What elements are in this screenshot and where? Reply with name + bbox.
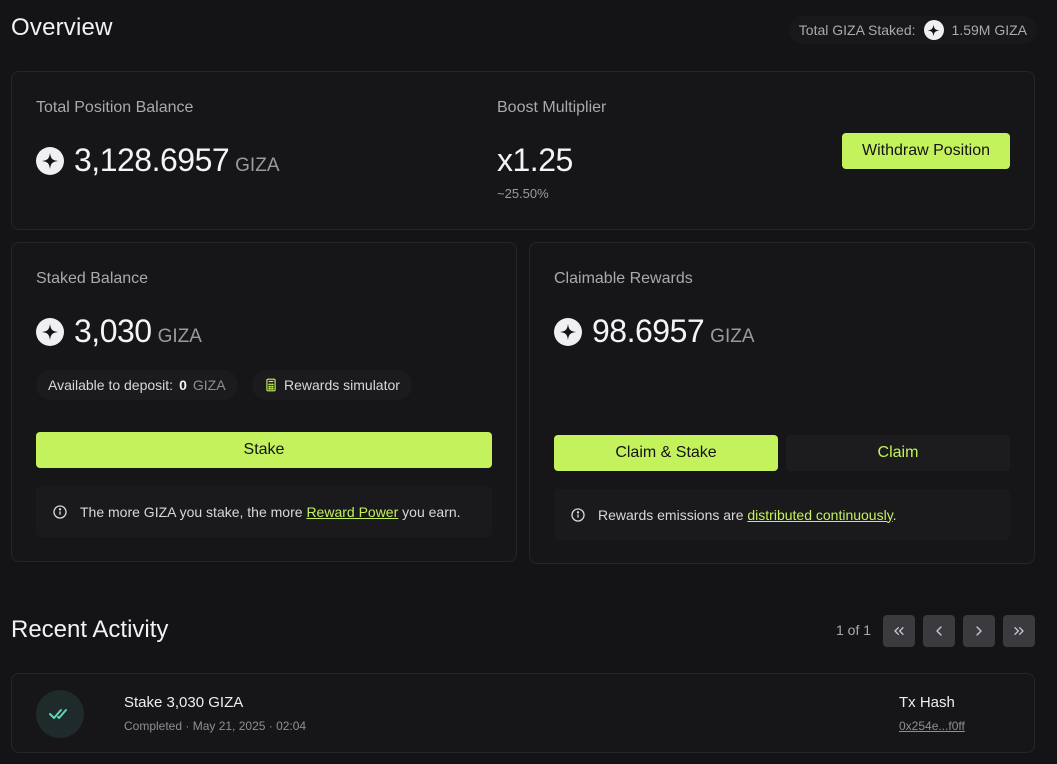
giza-star-icon [36,146,64,175]
double-check-icon [49,709,67,719]
staking-overview-page: Overview Total GIZA Staked: 1.59M GIZA T… [0,0,1057,764]
available-to-deposit: Available to deposit: 0 GIZA [36,370,238,400]
boost-apr: ~25.50% [497,186,549,201]
giza-star-icon [923,20,944,40]
last-page-button[interactable] [1003,615,1035,647]
rewards-simulator-label: Rewards simulator [284,377,400,393]
boost-label: Boost Multiplier [497,99,607,116]
info-icon [571,507,585,522]
recent-activity-title: Recent Activity [11,616,169,643]
position-balance-unit: GIZA [235,155,280,176]
available-unit: GIZA [192,377,226,393]
claimable-rewards-value: 98.6957 [592,313,705,349]
chevron-right-icon [976,626,982,636]
stake-button[interactable]: Stake [36,432,492,468]
calculator-icon [264,378,278,392]
claim-and-stake-button[interactable]: Claim & Stake [554,435,778,471]
giza-star-icon [554,317,582,346]
first-page-button[interactable] [883,615,915,647]
tx-hash-link[interactable]: 0x254e...f0ff [899,719,965,733]
activity-title: Stake 3,030 GIZA [124,694,244,711]
rewards-simulator-button[interactable]: Rewards simulator [252,370,412,400]
position-balance-value: 3,128.6957 [74,142,230,178]
prev-page-button[interactable] [923,615,955,647]
position-card: Total Position Balance 3,128.6957 GIZA B… [11,71,1035,230]
rewards-info-box: Rewards emissions are distributed contin… [554,489,1010,540]
status-completed [36,690,84,738]
total-staked-value: 1.59M GIZA [951,22,1027,38]
staked-balance-card: Staked Balance 3,030 GIZA Available to d… [11,242,517,562]
claimable-rewards-label: Claimable Rewards [554,270,693,287]
pagination-text: 1 of 1 [836,622,872,638]
chevrons-left-icon [894,627,904,635]
activity-subtitle: Completed · May 21, 2025 · 02:04 [124,719,307,733]
next-page-button[interactable] [963,615,995,647]
position-balance-label: Total Position Balance [36,99,194,116]
total-staked-badge: Total GIZA Staked: 1.59M GIZA [788,16,1037,44]
stake-info-text: The more GIZA you stake, the more Reward… [80,503,461,520]
staked-balance: 3,030 GIZA [36,313,202,350]
activity-row: Stake 3,030 GIZA Completed · May 21, 202… [11,673,1035,753]
available-value: 0 [179,377,187,393]
claimable-rewards-unit: GIZA [710,326,755,347]
boost-value: x1.25 [497,142,573,178]
withdraw-position-button[interactable]: Withdraw Position [842,133,1010,169]
chevron-left-icon [936,626,942,636]
reward-power-link[interactable]: Reward Power [306,504,398,520]
chevrons-right-icon [1014,627,1024,635]
claimable-rewards: 98.6957 GIZA [554,313,755,350]
staked-balance-value: 3,030 [74,313,152,349]
total-staked-label: Total GIZA Staked: [798,22,916,38]
staked-balance-unit: GIZA [157,326,202,347]
tx-hash-label: Tx Hash [899,694,955,711]
info-icon [53,504,67,519]
giza-star-icon [36,317,64,346]
claimable-rewards-card: Claimable Rewards 98.6957 GIZA Claim & S… [529,242,1035,564]
page-title: Overview [11,14,113,41]
stake-info-box: The more GIZA you stake, the more Reward… [36,486,492,537]
distributed-continuously-link[interactable]: distributed continuously [747,507,892,523]
position-balance: 3,128.6957 GIZA [36,142,280,179]
claim-button[interactable]: Claim [786,435,1010,471]
staked-balance-label: Staked Balance [36,270,149,287]
available-label: Available to deposit: [48,377,174,393]
rewards-info-text: Rewards emissions are distributed contin… [598,506,897,523]
